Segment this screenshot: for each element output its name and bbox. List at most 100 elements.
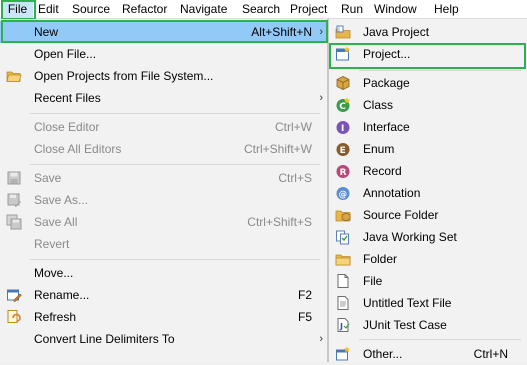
save-as-icon [6,192,22,208]
menu-item-label: Save As... [34,193,89,207]
menu-item-open-file[interactable]: Open File... [0,43,327,65]
menu-item-shortcut: Ctrl+W [275,120,312,134]
menu-item-move[interactable]: Move... [0,262,327,284]
menu-item-recent-files[interactable]: Recent Files › [0,87,327,109]
svg-text:C: C [339,102,346,112]
menu-item-label: Close All Editors [34,142,122,156]
svg-text:J: J [337,27,339,33]
svg-text:I: I [341,124,344,134]
svg-text:@: @ [339,190,348,200]
submenu-item-label: Enum [363,142,395,156]
menu-separator [30,113,320,114]
menu-item-new-highlight-outline [1,20,328,43]
submenu-item-file[interactable]: File [329,270,527,292]
svg-text:E: E [340,146,346,156]
submenu-item-enum[interactable]: E Enum [329,138,527,160]
menu-item-shortcut: Ctrl+Shift+S [247,215,312,229]
submenu-item-label: Class [363,98,394,112]
submenu-item-record[interactable]: R Record [329,160,527,182]
menu-item-label: Open Projects from File System... [34,69,214,83]
source-folder-icon [335,207,351,223]
menu-item-close-all-editors[interactable]: Close All Editors Ctrl+Shift+W [0,138,327,160]
file-icon [335,273,351,289]
submenu-item-folder[interactable]: Folder [329,248,527,270]
submenu-item-label: Interface [363,120,410,134]
menu-separator [359,70,521,71]
rename-icon [6,287,22,303]
menu-edit[interactable]: Edit [38,0,59,18]
submenu-item-source-folder[interactable]: Source Folder [329,204,527,226]
save-all-icon [6,214,22,230]
new-submenu: J Java Project Project... Package C Clas… [328,19,527,362]
menu-item-convert-line-delimiters[interactable]: Convert Line Delimiters To › [0,328,327,350]
submenu-item-label: File [363,274,383,288]
other-wizard-icon [335,346,351,362]
menu-refactor[interactable]: Refactor [122,0,167,18]
menu-item-close-editor[interactable]: Close Editor Ctrl+W [0,116,327,138]
menu-item-label: Revert [34,237,70,251]
folder-open-icon [6,68,22,84]
menu-project[interactable]: Project [290,0,327,18]
interface-icon: I [335,119,351,135]
submenu-item-label: Java Project [363,25,430,39]
submenu-item-label: Untitled Text File [363,296,452,310]
menu-run[interactable]: Run [341,0,363,18]
menu-separator [359,339,521,340]
java-project-icon: J [335,24,351,40]
menu-help[interactable]: Help [434,0,459,18]
submenu-item-project-highlight-outline [329,43,526,69]
enum-icon: E [335,141,351,157]
submenu-item-class[interactable]: C Class [329,94,527,116]
menu-item-revert[interactable]: Revert [0,233,327,255]
annotation-icon: @ [335,185,351,201]
menu-separator [30,259,320,260]
submenu-item-annotation[interactable]: @ Annotation [329,182,527,204]
file-menu-dropdown: New Alt+Shift+N › Open File... Open Proj… [0,19,328,362]
submenu-item-junit-test-case[interactable]: J JUnit Test Case [329,314,527,336]
menu-item-label: Rename... [34,288,90,302]
menu-navigate[interactable]: Navigate [180,0,227,18]
working-set-icon [335,229,351,245]
menu-window[interactable]: Window [374,0,417,18]
menu-item-save-as[interactable]: Save As... [0,189,327,211]
menu-item-label: Open File... [34,47,97,61]
submenu-item-label: JUnit Test Case [363,318,447,332]
menu-item-shortcut: F2 [297,288,312,302]
folder-icon [335,251,351,267]
junit-icon: J [335,317,351,333]
menu-bar: File Edit Source Refactor Navigate Searc… [0,0,527,20]
submenu-item-java-working-set[interactable]: Java Working Set [329,226,527,248]
menu-item-save[interactable]: Save Ctrl+S [0,167,327,189]
submenu-arrow-icon: › [319,92,323,104]
menu-item-shortcut: Ctrl+Shift+W [243,142,312,156]
menu-item-refresh[interactable]: Refresh F5 [0,306,327,328]
submenu-item-label: Record [363,164,402,178]
menu-item-shortcut: F5 [297,310,312,324]
menu-search[interactable]: Search [242,0,280,18]
menu-item-shortcut: Ctrl+S [278,171,312,185]
submenu-item-label: Annotation [363,186,421,200]
menu-item-save-all[interactable]: Save All Ctrl+Shift+S [0,211,327,233]
menu-item-label: Save [34,171,62,185]
menu-item-rename[interactable]: Rename... F2 [0,284,327,306]
menu-item-label: Move... [34,266,74,280]
submenu-item-interface[interactable]: I Interface [329,116,527,138]
menu-source[interactable]: Source [72,0,110,18]
menu-item-label: Recent Files [34,91,101,105]
menu-item-open-projects[interactable]: Open Projects from File System... [0,65,327,87]
menu-item-label: Convert Line Delimiters To [34,332,175,346]
submenu-item-label: Package [363,76,410,90]
submenu-arrow-icon: › [319,333,323,345]
submenu-item-java-project[interactable]: J Java Project [329,21,527,43]
menu-item-label: Close Editor [34,120,100,134]
submenu-item-untitled-text-file[interactable]: Untitled Text File [329,292,527,314]
menu-file-highlight-outline [1,0,36,20]
text-file-icon [335,295,351,311]
submenu-item-label: Java Working Set [363,230,457,244]
save-icon [6,170,22,186]
submenu-item-label: Folder [363,252,398,266]
menu-separator [30,164,320,165]
svg-text:R: R [340,168,347,178]
submenu-item-package[interactable]: Package [329,72,527,94]
svg-text:J: J [339,322,343,331]
